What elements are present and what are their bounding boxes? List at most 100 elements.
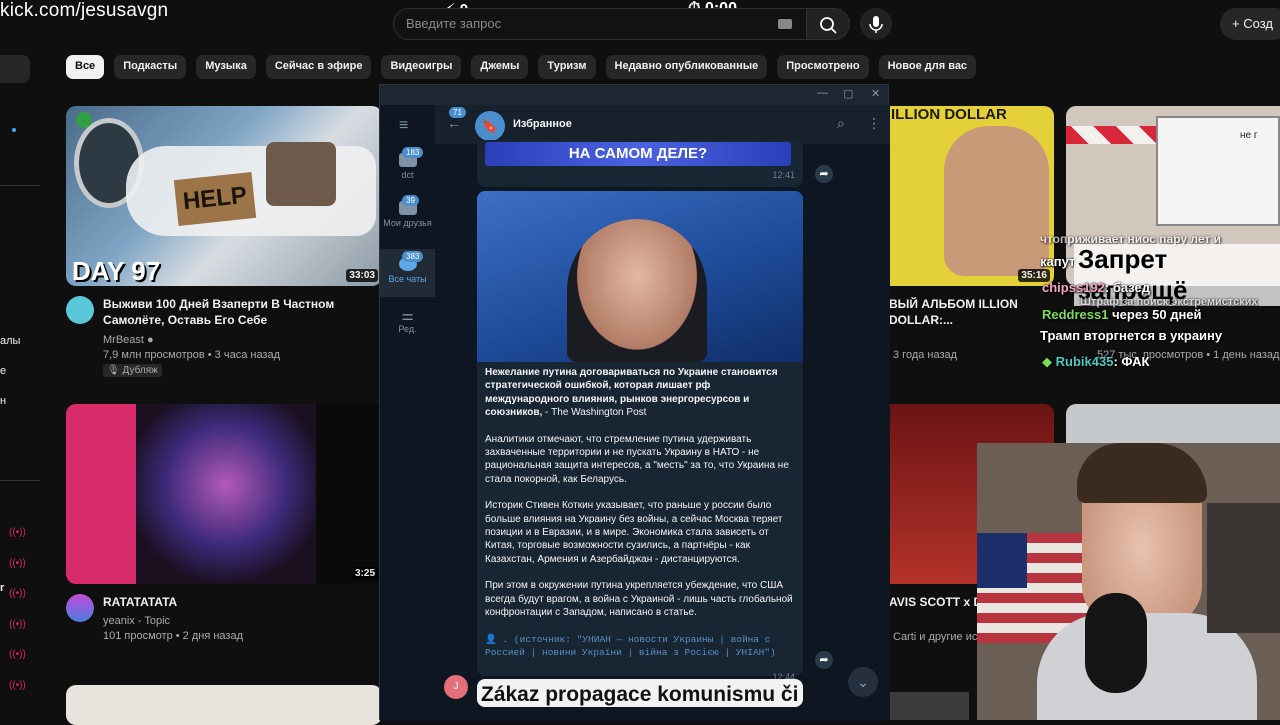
message-photo[interactable] [477,191,803,362]
live-icon[interactable]: ((•)) [9,610,26,641]
back-unread-badge: 71 [449,107,466,118]
stream-url-overlay: kick.com/jesusavgn [0,0,169,21]
chat-text: : базед [1104,280,1151,295]
maximize-icon[interactable]: ▢ [843,87,853,100]
video-thumbnail[interactable] [1066,404,1280,444]
unread-badge: 39 [402,195,419,206]
video-meta: 101 просмотр • 2 дня назад [103,630,243,642]
post-inline-source: - The Washington Post [542,407,647,419]
minimize-icon[interactable]: — [817,87,828,99]
room-background [1207,503,1280,633]
sidebar-item-label[interactable]: е [0,356,20,386]
menu-icon[interactable]: ≡ [399,117,415,135]
channel-name[interactable]: yeanix - Topic [103,613,170,629]
chat-title[interactable]: Избранное [513,118,572,130]
chat-username: Rubik435 [1055,354,1114,369]
new-content-dot [12,128,16,132]
person-face [944,126,1049,276]
chip-watched[interactable]: Просмотрено [777,55,869,79]
plus-icon: + [1232,16,1240,31]
channel-avatar[interactable] [66,594,94,622]
channel-avatar[interactable] [66,296,94,324]
video-title[interactable]: AVIS SCOTT x DR [889,594,991,610]
window-titlebar[interactable]: — ▢ ✕ [380,85,888,105]
channel-label[interactable]: MrBeast [103,334,144,346]
chat-username: chipss192 [1042,280,1105,295]
search-icon[interactable]: ⌕ [837,115,845,132]
dub-icon: 🎙 [107,365,120,376]
video-thumbnail[interactable]: ILLION DOLLAR 35:16 [889,106,1054,286]
live-icon[interactable]: ((•)) [9,671,26,702]
folder-friends[interactable]: 39 Мои друзья [380,195,435,228]
video-thumbnail[interactable] [66,685,382,725]
chip-music[interactable]: Музыка [196,55,256,79]
chat-message: Трамп вторгнется в украину [1040,328,1223,343]
message-image[interactable]: НА САМОМ ДЕЛЕ? [485,142,791,166]
search-icon [820,17,837,34]
live-icon[interactable]: ((•)) [9,549,26,580]
chip-travel[interactable]: Туризм [538,55,596,79]
chip-all[interactable]: Все [66,55,105,79]
voice-search-button[interactable] [860,8,892,40]
video-thumbnail[interactable]: HELP DAY 97 33:03 [66,106,382,286]
channel-name[interactable]: MrBeast ● [103,332,154,348]
chat-header: ← 71 🔖 Избранное ⌕ ⋮ [435,105,890,145]
webcam-feed [977,443,1280,720]
folder-all-chats[interactable]: 383 Все чаты [380,249,435,297]
post-source-link[interactable]: 👤 . (источник: "УНИАН — новости Украины … [485,633,797,659]
sidebar-active-item[interactable] [0,55,30,83]
sidebar-item-label[interactable]: алы [0,326,20,356]
thumbnail-text: не г [1240,130,1258,141]
sidebar-fragment-r: r [0,582,5,594]
thumbnail-text: ILLION DOLLAR [891,106,1007,123]
message-bubble[interactable]: НА САМОМ ДЕЛЕ? 12:41 [477,140,803,187]
message-text: Zákaz propagace komunismu či [481,683,799,706]
chip-recent[interactable]: Недавно опубликованные [605,55,768,79]
video-title[interactable]: Выживи 100 Дней Взаперти В Частном Самол… [103,296,343,328]
create-button[interactable]: + Созд [1220,8,1280,40]
folder-dct[interactable]: 183 dct [380,147,435,180]
live-icon[interactable]: ((•)) [9,518,26,549]
unread-badge: 383 [402,251,424,262]
streamer-hair [1077,443,1207,503]
video-meta: 3 года назад [893,349,958,361]
flag-canton [977,533,1027,588]
microphone-image [1085,593,1147,693]
chat-text: : ФАК [1113,354,1150,369]
forward-icon[interactable]: ➦ [815,651,833,669]
chip-podcasts[interactable]: Подкасты [114,55,187,79]
bookmark-icon[interactable]: 🔖 [475,111,505,141]
video-thumbnail[interactable]: 3:25 [66,404,382,584]
message-bubble[interactable]: Zákaz propagace komunismu či [477,679,803,707]
chip-new-for-you[interactable]: Новое для вас [878,55,977,79]
forward-icon[interactable]: ➦ [815,165,833,183]
video-meta: 7,9 млн просмотров • 3 часа назад [103,349,281,361]
search-placeholder: Введите запрос [406,16,502,31]
close-icon[interactable]: ✕ [871,87,880,100]
chip-gaming[interactable]: Видеоигры [381,55,462,79]
search-button[interactable] [806,8,850,40]
unread-badge: 183 [402,147,424,158]
video-thumbnail[interactable] [889,692,969,720]
search-input[interactable]: Введите запрос [393,8,807,40]
sidebar-item-label[interactable]: н [0,386,20,416]
folder-sidebar: ≡ 183 dct 39 Мои друзья 383 Все чаты ⚌ Р… [380,105,435,721]
microphone-icon [869,16,883,33]
sidebar-divider [0,480,40,481]
live-icon[interactable]: ((•)) [9,579,26,610]
chat-text: через 50 дней [1112,307,1202,322]
video-title[interactable]: ВЫЙ АЛЬБОМ ILLION DOLLAR:... [889,296,1049,328]
folder-edit[interactable]: ⚌ Ред. [380,307,435,334]
person-in-window [266,142,336,206]
message-bubble[interactable]: Нежелание путина договариваться по Украи… [477,191,803,682]
folder-label: Мои друзья [383,218,432,228]
scroll-down-icon[interactable]: ⌄ [848,667,878,697]
more-icon[interactable]: ⋮ [867,115,881,132]
keyboard-icon[interactable] [778,19,792,29]
sender-avatar[interactable]: J [444,675,468,699]
chip-mixes[interactable]: Джемы [471,55,529,79]
video-title[interactable]: RATATATATA [103,594,177,610]
live-icon[interactable]: ((•)) [9,640,26,671]
person-photo [567,219,707,362]
chip-live[interactable]: Сейчас в эфире [265,55,372,79]
